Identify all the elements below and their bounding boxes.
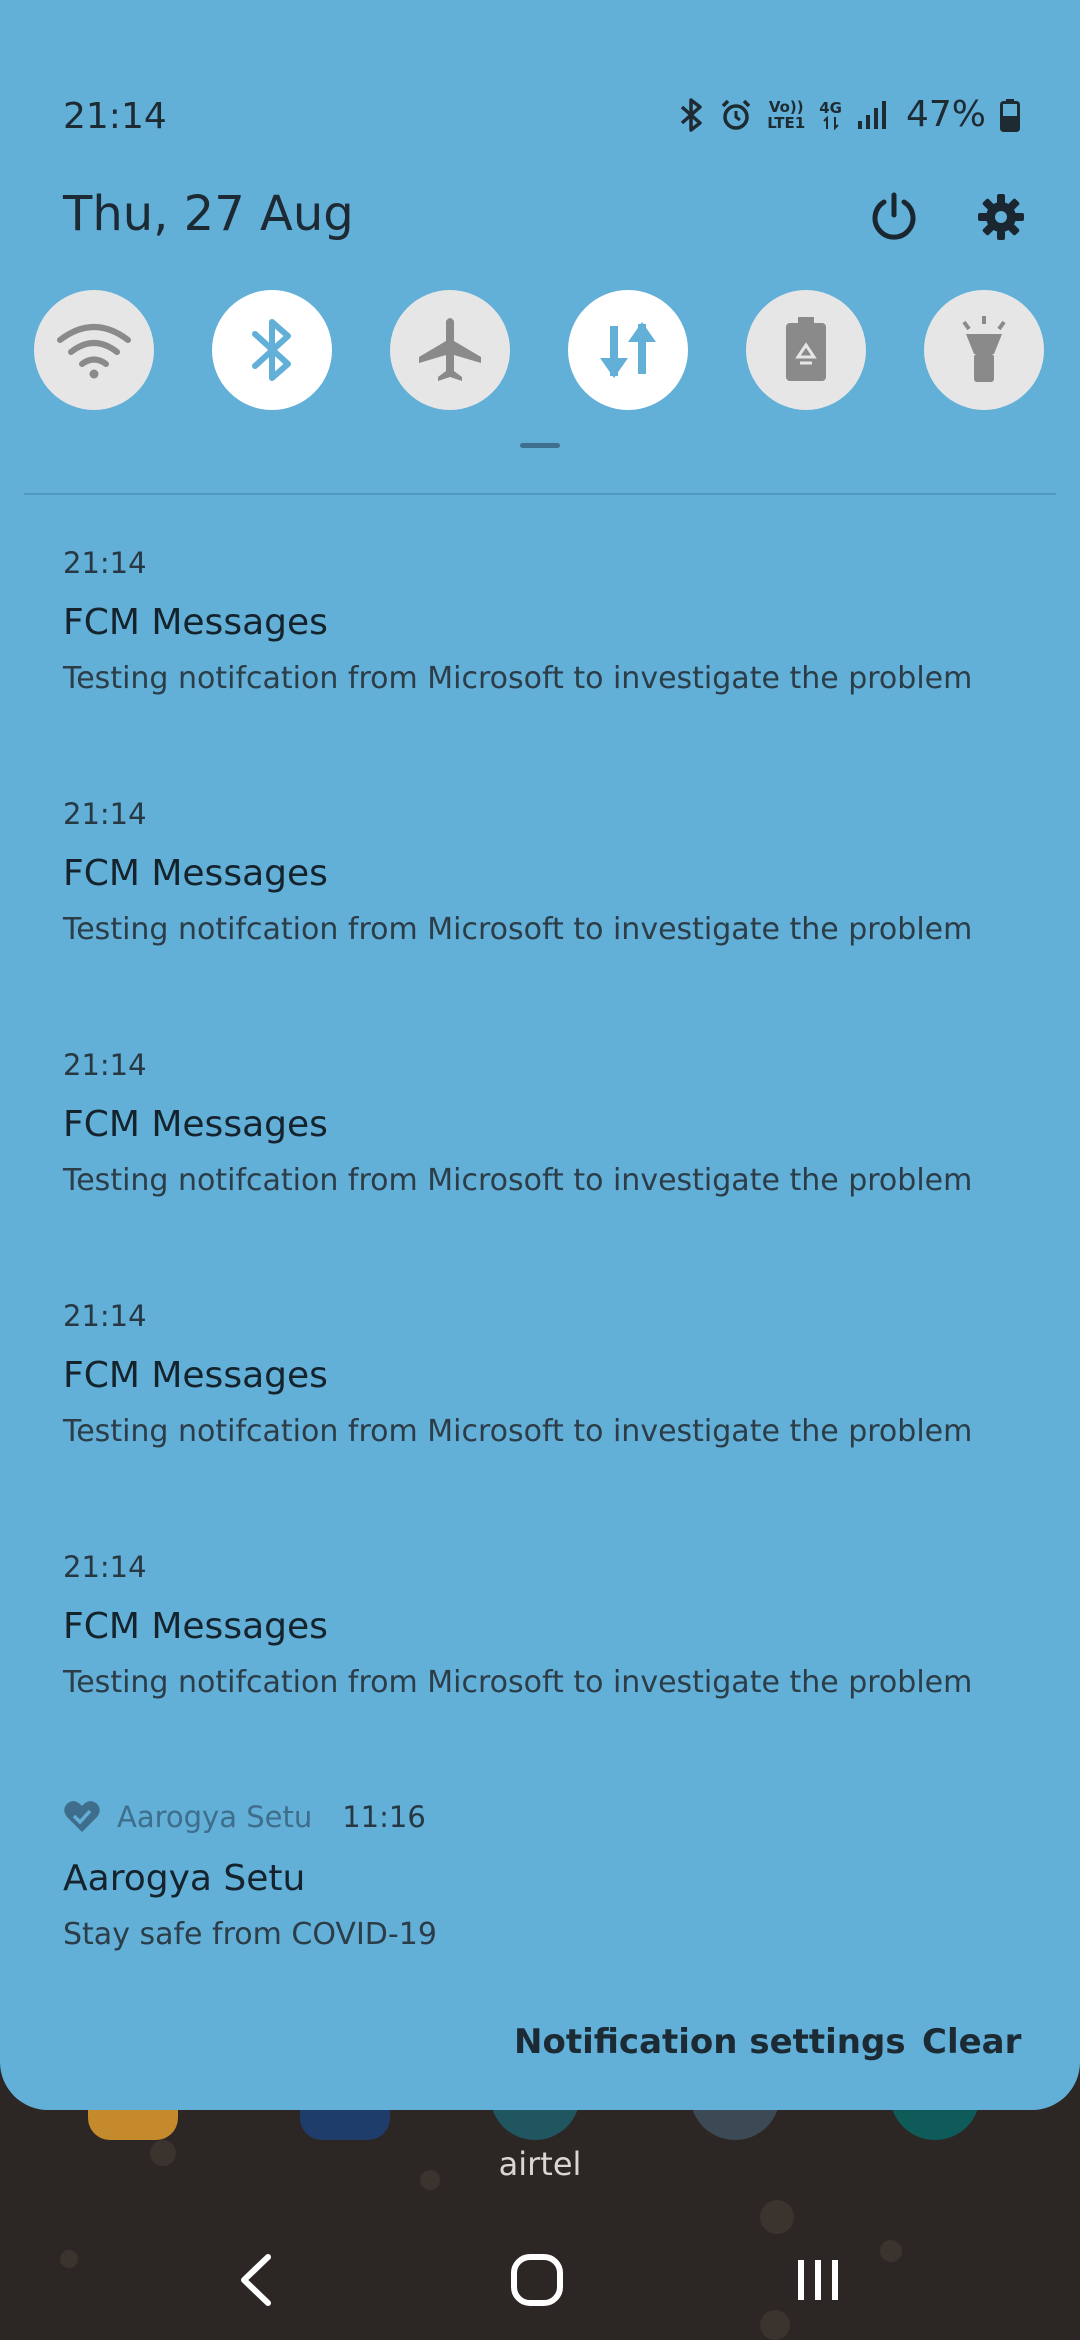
bluetooth-status-icon [679,97,705,132]
power-saving-toggle[interactable] [746,290,866,410]
wifi-icon [57,324,131,379]
recents-icon [798,2260,838,2300]
status-time: 21:14 [63,96,167,137]
bluetooth-icon [252,319,291,381]
notification-title: FCM Messages [63,1355,328,1396]
notification-title: Aarogya Setu [63,1858,306,1899]
notification-time: 21:14 [63,546,147,580]
notification-text: Testing notifcation from Microsoft to in… [63,661,973,696]
battery-saver-icon [786,317,826,381]
gear-icon [978,194,1024,240]
notification-time: 21:14 [63,1048,147,1082]
bluetooth-toggle[interactable] [212,290,332,410]
home-button[interactable] [487,2245,587,2315]
notification-text: Testing notifcation from Microsoft to in… [63,1414,973,1449]
battery-percent: 47% [905,94,986,135]
data-transfer-icon [600,322,656,378]
status-icons: Vo)) LTE1 4G 47% [679,94,1020,135]
battery-icon [1000,98,1020,132]
notification-shade: 21:14 Vo)) LTE1 4G 47% Thu, 27 Aug 21:14… [0,0,1080,2110]
app-notification-item[interactable]: Aarogya Setu 11:16 Aarogya Setu Stay saf… [63,1800,1023,1952]
app-name: Aarogya Setu [117,1800,313,1834]
flashlight-icon [962,316,1006,382]
notification-item[interactable]: 21:14 FCM Messages Testing notifcation f… [63,797,1023,947]
notification-text: Testing notifcation from Microsoft to in… [63,1665,973,1700]
notification-time: 11:16 [342,1800,426,1834]
power-icon [872,192,916,240]
notification-item[interactable]: 21:14 FCM Messages Testing notifcation f… [63,546,1023,696]
wifi-toggle[interactable] [34,290,154,410]
settings-button[interactable] [966,182,1036,252]
mobile-data-toggle[interactable] [568,290,688,410]
notification-text: Stay safe from COVID-19 [63,1917,437,1952]
date-label: Thu, 27 Aug [63,186,354,242]
carrier-label: airtel [498,2145,582,2183]
notification-title: FCM Messages [63,1104,328,1145]
notification-time: 21:14 [63,797,147,831]
notification-time: 21:14 [63,1299,147,1333]
notification-settings-button[interactable]: Notification settings [514,2022,906,2062]
home-icon [511,2254,563,2306]
notification-text: Testing notifcation from Microsoft to in… [63,912,973,947]
airplane-icon [419,318,481,381]
back-icon [241,2254,271,2306]
alarm-icon [719,98,753,132]
recents-button[interactable] [768,2245,868,2315]
notification-title: FCM Messages [63,853,328,894]
divider [24,493,1056,495]
heart-icon [64,1801,100,1832]
power-button[interactable] [859,182,929,252]
clear-button[interactable]: Clear [922,2022,1021,2062]
back-button[interactable] [206,2245,306,2315]
airplane-mode-toggle[interactable] [390,290,510,410]
notification-item[interactable]: 21:14 FCM Messages Testing notifcation f… [63,1048,1023,1198]
notification-title: FCM Messages [63,602,328,643]
notification-item[interactable]: 21:14 FCM Messages Testing notifcation f… [63,1550,1023,1700]
notification-title: FCM Messages [63,1606,328,1647]
expand-handle[interactable] [520,443,560,448]
notification-time: 21:14 [63,1550,147,1584]
volte-icon: Vo)) LTE1 [767,97,806,132]
flashlight-toggle[interactable] [924,290,1044,410]
signal-icon [856,99,886,131]
4g-data-icon: 4G [819,100,842,130]
notification-item[interactable]: 21:14 FCM Messages Testing notifcation f… [63,1299,1023,1449]
notification-text: Testing notifcation from Microsoft to in… [63,1163,973,1198]
